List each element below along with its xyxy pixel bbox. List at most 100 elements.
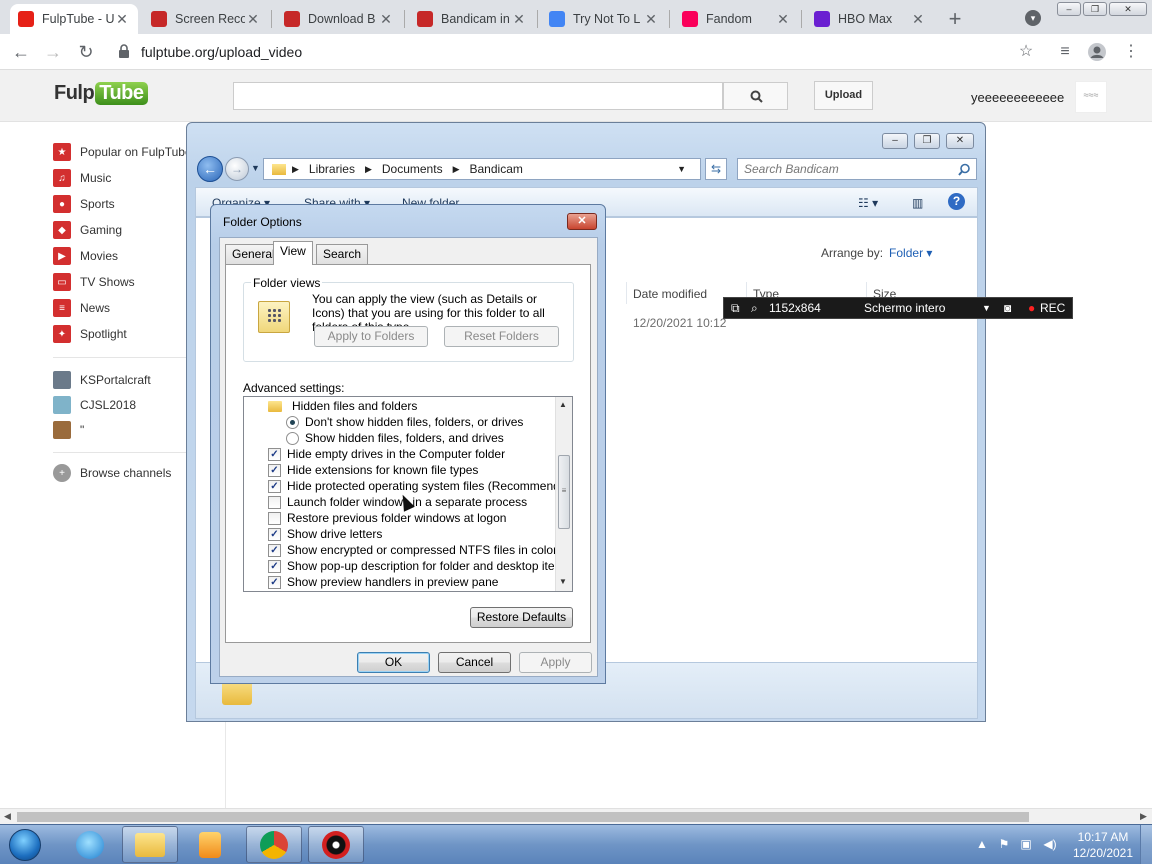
- preview-pane-icon[interactable]: ▥: [912, 196, 923, 210]
- volume-icon[interactable]: ◀): [1042, 837, 1058, 853]
- checkbox[interactable]: [268, 511, 281, 525]
- tab-close-icon[interactable]: ✕: [775, 11, 791, 28]
- breadcrumb-bandicam[interactable]: Bandicam: [470, 162, 523, 176]
- browser-tab[interactable]: Screen Reco ✕: [143, 4, 269, 34]
- explorer-maximize-button[interactable]: ❐: [914, 133, 940, 149]
- lock-icon[interactable]: [118, 44, 130, 58]
- radio-button[interactable]: [286, 415, 299, 429]
- checkbox[interactable]: ✓: [268, 543, 281, 557]
- sidebar-item-news[interactable]: ≡ News: [53, 298, 110, 318]
- subscription-item[interactable]: CJSL2018: [53, 395, 136, 415]
- apply-to-folders-button[interactable]: Apply to Folders: [314, 326, 428, 347]
- browser-tab[interactable]: Fandom ✕: [674, 4, 799, 34]
- rec-label[interactable]: REC: [1040, 301, 1065, 315]
- action-center-icon[interactable]: ⚑: [996, 837, 1012, 853]
- arrange-by-dropdown[interactable]: Folder ▾: [889, 246, 932, 260]
- explorer-breadcrumb[interactable]: ▶ Libraries ▶ Documents ▶ Bandicam ▼: [263, 158, 701, 180]
- upload-button[interactable]: Upload: [814, 81, 873, 110]
- browser-tab[interactable]: HBO Max ✕: [806, 4, 934, 34]
- window-mode-icon[interactable]: ⧉: [731, 301, 740, 316]
- subscription-item[interactable]: ": [53, 420, 84, 440]
- settings-checkbox-option[interactable]: ✓ Hide protected operating system files (…: [268, 478, 572, 494]
- show-desktop-button[interactable]: [1140, 825, 1152, 864]
- advanced-settings-scrollbar[interactable]: ▲ ≡ ▼: [555, 397, 572, 591]
- back-arrow-icon[interactable]: ←: [10, 41, 32, 63]
- settings-checkbox-option[interactable]: ✓ Show preview handlers in preview pane: [268, 574, 498, 590]
- media-queue-icon[interactable]: ≡: [1055, 42, 1075, 62]
- magnifier-icon[interactable]: ⌕: [751, 301, 758, 316]
- checkbox[interactable]: ✓: [268, 575, 281, 589]
- checkbox[interactable]: ✓: [268, 527, 281, 541]
- tab-close-icon[interactable]: ✕: [378, 11, 394, 28]
- settings-radio-option[interactable]: Show hidden files, folders, and drives: [286, 430, 504, 446]
- cancel-button[interactable]: Cancel: [438, 652, 511, 673]
- show-hidden-icons-icon[interactable]: ▲: [974, 837, 990, 853]
- explorer-search-input[interactable]: Search Bandicam: [737, 158, 977, 180]
- user-avatar[interactable]: ≈≈≈: [1075, 81, 1107, 113]
- taskbar-clock[interactable]: 10:17 AM 12/20/2021: [1068, 829, 1138, 861]
- checkbox[interactable]: ✓: [268, 479, 281, 493]
- explorer-close-button[interactable]: ✕: [946, 133, 974, 149]
- site-search-button[interactable]: [723, 82, 788, 110]
- scroll-left-arrow-icon[interactable]: ◀: [4, 811, 11, 822]
- tab-close-icon[interactable]: ✕: [114, 11, 130, 28]
- record-dot-icon[interactable]: ●: [1028, 301, 1035, 315]
- scroll-right-arrow-icon[interactable]: ▶: [1140, 811, 1147, 822]
- breadcrumb-libraries[interactable]: Libraries: [309, 162, 355, 176]
- bandicam-taskbar-button[interactable]: [308, 826, 364, 863]
- checkbox[interactable]: [268, 495, 281, 509]
- browser-tab[interactable]: Bandicam in ✕: [409, 4, 535, 34]
- settings-checkbox-option[interactable]: ✓ Show encrypted or compressed NTFS files…: [268, 542, 557, 558]
- browser-tab[interactable]: Download B ✕: [276, 4, 402, 34]
- sidebar-item-gaming[interactable]: ◆ Gaming: [53, 220, 122, 240]
- settings-checkbox-option[interactable]: ✓ Hide empty drives in the Computer folde…: [268, 446, 505, 462]
- username-label[interactable]: yeeeeeeeeeeee: [971, 90, 1064, 105]
- apply-button[interactable]: Apply: [519, 652, 592, 673]
- camera-icon[interactable]: ◙: [1004, 301, 1011, 315]
- checkbox[interactable]: ✓: [268, 559, 281, 573]
- forward-arrow-icon[interactable]: →: [42, 41, 64, 63]
- settings-checkbox-option[interactable]: Restore previous folder windows at logon: [268, 510, 506, 526]
- settings-checkbox-option[interactable]: ✓ Show pop-up description for folder and …: [268, 558, 571, 574]
- column-header-date-modified[interactable]: Date modified: [633, 287, 707, 301]
- explorer-forward-button[interactable]: →: [225, 157, 249, 181]
- file-date-modified[interactable]: 12/20/2021 10:12: [633, 316, 726, 330]
- browser-menu-icon[interactable]: ⋮: [1121, 42, 1141, 62]
- recent-pages-dropdown-icon[interactable]: ▼: [251, 163, 260, 173]
- site-search-input[interactable]: [233, 82, 723, 110]
- scrollbar-thumb[interactable]: [17, 812, 1029, 822]
- scroll-down-arrow-icon[interactable]: ▼: [559, 577, 567, 586]
- site-logo[interactable]: Fulp Tube: [54, 82, 148, 105]
- minimize-window-button[interactable]: –: [1057, 2, 1081, 16]
- scrollbar-thumb[interactable]: ≡: [558, 455, 570, 529]
- checkbox[interactable]: ✓: [268, 447, 281, 461]
- internet-explorer-taskbar-button[interactable]: [62, 826, 118, 863]
- tab-search-icon[interactable]: ▾: [1025, 10, 1041, 26]
- radio-button[interactable]: [286, 431, 299, 445]
- mode-dropdown-icon[interactable]: ▼: [982, 303, 991, 313]
- sidebar-item-music[interactable]: ♫ Music: [53, 168, 111, 188]
- close-window-button[interactable]: ✕: [1109, 2, 1147, 16]
- dialog-close-button[interactable]: ✕: [567, 213, 597, 230]
- tab-close-icon[interactable]: ✕: [910, 11, 926, 28]
- explorer-minimize-button[interactable]: –: [882, 133, 908, 149]
- browser-tab[interactable]: FulpTube - U ✕: [10, 4, 138, 34]
- scroll-up-arrow-icon[interactable]: ▲: [559, 400, 567, 409]
- page-horizontal-scrollbar[interactable]: ◀ ▶: [0, 808, 1152, 824]
- profile-avatar-icon[interactable]: [1087, 42, 1107, 62]
- subscription-item[interactable]: KSPortalcraft: [53, 370, 151, 390]
- restore-defaults-button[interactable]: Restore Defaults: [470, 607, 573, 628]
- sidebar-item-spotlight[interactable]: ✦ Spotlight: [53, 324, 127, 344]
- capture-mode[interactable]: Schermo intero: [864, 301, 945, 315]
- explorer-refresh-icon[interactable]: ⇆: [705, 158, 727, 180]
- browse-channels-link[interactable]: + Browse channels: [53, 463, 171, 483]
- tab-search[interactable]: Search: [316, 244, 369, 264]
- sidebar-item-popular-on-fulptube[interactable]: ★ Popular on FulpTube: [53, 142, 192, 162]
- tab-close-icon[interactable]: ✕: [511, 11, 527, 28]
- breadcrumb-documents[interactable]: Documents: [382, 162, 443, 176]
- settings-radio-option[interactable]: Don't show hidden files, folders, or dri…: [286, 414, 523, 430]
- browser-tab[interactable]: Try Not To L ✕: [541, 4, 667, 34]
- settings-checkbox-option[interactable]: ✓ Hide extensions for known file types: [268, 462, 478, 478]
- settings-checkbox-option[interactable]: ✓ Show drive letters: [268, 526, 382, 542]
- change-view-icon[interactable]: ☷ ▾: [858, 196, 878, 210]
